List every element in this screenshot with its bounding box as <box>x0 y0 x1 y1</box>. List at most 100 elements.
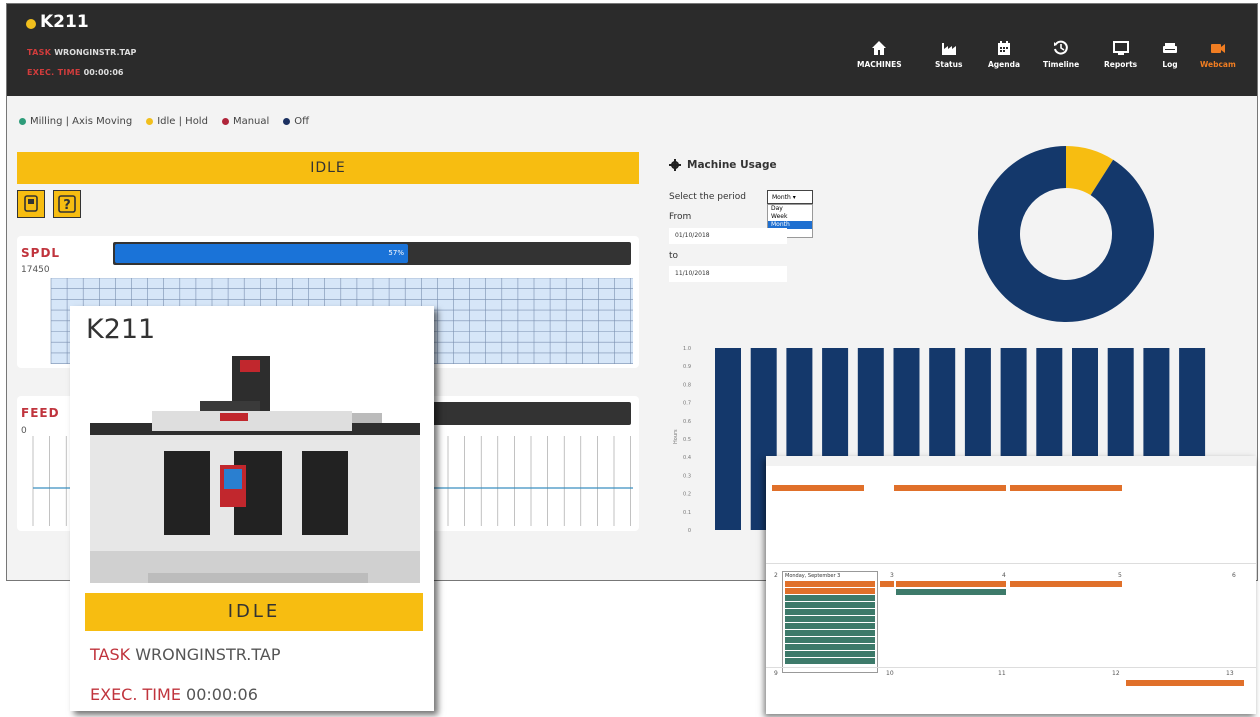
calendar-day-number: 12 <box>1112 670 1120 677</box>
nav-label: Reports <box>1104 60 1138 69</box>
calendar-event[interactable] <box>880 581 894 587</box>
y-tick-label: 0.2 <box>683 492 691 498</box>
feed-label: FEED <box>21 406 60 420</box>
monitor-icon <box>1112 41 1129 55</box>
legend-dot <box>19 118 26 125</box>
calendar-event[interactable] <box>896 589 1006 595</box>
machine-title: K211 <box>40 12 89 32</box>
period-option[interactable]: Week <box>768 213 812 221</box>
legend-label: Off <box>294 116 310 127</box>
to-label: to <box>669 251 679 261</box>
calendar-day-number: 4 <box>1002 572 1006 579</box>
nav-label: Agenda <box>988 60 1021 69</box>
popover-event[interactable] <box>785 630 875 636</box>
legend-dot <box>146 118 154 125</box>
popover-event[interactable] <box>785 588 875 594</box>
nav-machines[interactable]: MACHINES <box>857 40 902 69</box>
calendar-event[interactable] <box>1010 485 1122 491</box>
calendar-event[interactable] <box>894 485 1006 491</box>
status-dot <box>26 19 36 29</box>
y-tick-label: 0.6 <box>683 419 691 425</box>
popover-event[interactable] <box>785 595 875 601</box>
calendar-day-number: 3 <box>890 572 894 579</box>
task-line: TASK WRONGINSTR.TAP <box>27 40 136 59</box>
calendar-event[interactable] <box>896 581 1006 587</box>
card-exec-line: EXEC. TIME 00:00:06 <box>90 685 258 704</box>
popover-event[interactable] <box>785 616 875 622</box>
popover-event[interactable] <box>785 651 875 657</box>
top-bar: K211 TASK WRONGINSTR.TAP EXEC. TIME 00:00:… <box>7 4 1257 96</box>
nav-log[interactable]: Log <box>1162 40 1178 69</box>
spindle-percent: 57% <box>388 249 404 257</box>
calendar-day-number: 5 <box>1118 572 1122 579</box>
help-icon: ? <box>58 195 76 213</box>
popover-event[interactable] <box>785 602 875 608</box>
y-tick-label: 0.1 <box>683 510 691 516</box>
history-icon <box>1054 40 1068 55</box>
y-axis-label: Hours <box>673 429 679 444</box>
legend-label: Idle | Hold <box>157 116 208 127</box>
y-tick-label: 0 <box>688 528 691 534</box>
bar-off <box>1179 348 1206 458</box>
legend-item: Off <box>283 116 309 127</box>
help-button[interactable]: ? <box>53 190 81 218</box>
card-exec-value: 00:00:06 <box>186 685 258 704</box>
spindle-bar: 57% <box>113 242 631 265</box>
y-tick-label: 0.4 <box>683 455 691 461</box>
operator-icon <box>24 195 38 212</box>
nav-timeline[interactable]: Timeline <box>1043 40 1079 69</box>
calendar-divider <box>766 563 1256 564</box>
popover-event[interactable] <box>785 623 875 629</box>
y-tick-label: 0.5 <box>683 437 691 443</box>
nav-agenda[interactable]: Agenda <box>988 40 1020 69</box>
calendar-day-number: 9 <box>774 670 778 677</box>
usage-donut-chart <box>978 146 1154 322</box>
card-status-banner: IDLE <box>85 593 423 631</box>
y-tick-label: 1.0 <box>683 346 691 352</box>
usage-title-text: Machine Usage <box>687 159 777 171</box>
nav-reports[interactable]: Reports <box>1104 40 1137 69</box>
calendar-day-number: 13 <box>1226 670 1234 677</box>
nav-label: Timeline <box>1043 60 1080 69</box>
calendar-header-strip <box>766 456 1256 466</box>
operator-button[interactable] <box>17 190 45 218</box>
card-task-line: TASK WRONGINSTR.TAP <box>90 645 281 664</box>
calendar-day-number: 2 <box>774 572 778 579</box>
legend-label: Milling | Axis Moving <box>30 116 133 127</box>
period-select[interactable]: Month ▾ <box>767 190 813 204</box>
nav-label: Webcam <box>1200 60 1236 69</box>
period-option[interactable]: Day <box>768 205 812 213</box>
exec-label: EXEC. TIME <box>27 68 81 77</box>
log-icon <box>1163 43 1177 53</box>
calendar-icon <box>998 41 1011 55</box>
calendar-day-number: 6 <box>1232 572 1236 579</box>
status-banner: IDLE <box>17 152 639 184</box>
nav-status[interactable]: Status <box>935 40 962 69</box>
to-date-input[interactable]: 11/10/2018 <box>669 266 787 282</box>
period-label: Select the period <box>669 192 746 202</box>
task-value: WRONGINSTR.TAP <box>54 48 137 57</box>
feed-max: 0 <box>21 426 27 436</box>
agenda-calendar-card: 2 Monday, September 3 3 4 5 6 9 10 11 12… <box>766 456 1256 714</box>
from-date-input[interactable]: 01/10/2018 <box>669 228 787 244</box>
card-task-label: TASK <box>90 645 131 664</box>
legend-item: Manual <box>221 116 269 127</box>
machine-card: K211 IDLE TASK WRONGINSTR.TAP EXEC. TIME… <box>70 306 434 711</box>
legend-item: Milling | Axis Moving <box>19 116 132 127</box>
popover-event[interactable] <box>785 637 875 643</box>
video-icon <box>1210 44 1225 53</box>
popover-event[interactable] <box>785 581 875 587</box>
popover-event[interactable] <box>785 658 875 664</box>
calendar-divider <box>766 667 1256 668</box>
nav-label: MACHINES <box>857 60 902 69</box>
nav-webcam[interactable]: Webcam <box>1200 40 1236 69</box>
card-title: K211 <box>86 314 156 345</box>
calendar-event[interactable] <box>1010 581 1122 587</box>
spindle-bar-fill: 57% <box>115 244 408 263</box>
calendar-day-number: 11 <box>998 670 1006 677</box>
calendar-event[interactable] <box>772 485 864 491</box>
popover-event[interactable] <box>785 644 875 650</box>
nav-label: Status <box>935 60 963 69</box>
popover-event[interactable] <box>785 609 875 615</box>
calendar-event[interactable] <box>1126 680 1244 686</box>
